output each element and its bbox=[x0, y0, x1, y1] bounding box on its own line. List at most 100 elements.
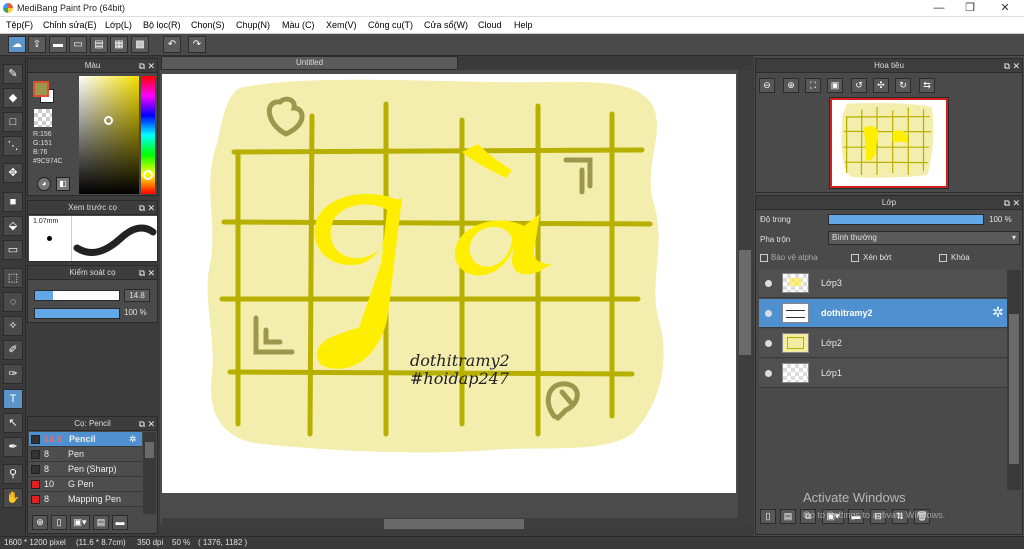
palette-icon[interactable]: ◕ bbox=[37, 177, 51, 191]
rotate-right-icon[interactable]: ↻ bbox=[895, 78, 911, 93]
add-layer-icon[interactable]: ▯ bbox=[760, 509, 776, 524]
undock-icon[interactable]: ⧉ bbox=[139, 202, 145, 215]
layer-item-lop1[interactable]: Lớp1 bbox=[759, 359, 1007, 388]
vertical-scrollbar[interactable] bbox=[738, 70, 752, 524]
comment-icon[interactable]: ▬ bbox=[49, 36, 67, 53]
share-icon[interactable]: ⇪ bbox=[28, 36, 46, 53]
visibility-eye-icon[interactable] bbox=[765, 340, 772, 347]
vertical-scroll-thumb[interactable] bbox=[739, 250, 751, 355]
visibility-eye-icon[interactable] bbox=[765, 370, 772, 377]
navigator-viewport-frame[interactable] bbox=[830, 98, 948, 188]
menu-filter[interactable]: Bộ lọc(R) bbox=[143, 20, 181, 30]
menu-file[interactable]: Tệp(F) bbox=[6, 20, 33, 30]
eyedropper-tool-icon[interactable]: ⚲ bbox=[3, 464, 23, 484]
layer-item-lop3[interactable]: Lớp3 bbox=[759, 269, 1007, 298]
gradient-tool-icon[interactable]: ▭ bbox=[3, 240, 23, 260]
select-eraser-tool-icon[interactable]: ✑ bbox=[3, 364, 23, 384]
menu-snap[interactable]: Chụp(N) bbox=[236, 20, 270, 30]
zoom-in-icon[interactable]: ⊕ bbox=[783, 78, 799, 93]
panels-icon[interactable]: ▩ bbox=[131, 36, 149, 53]
drawing-canvas[interactable]: dothitramy2 #hoidap247 bbox=[162, 74, 736, 493]
brush-menu-icon[interactable]: ▣▾ bbox=[70, 515, 90, 530]
chat-icon[interactable]: ▭ bbox=[69, 36, 87, 53]
menu-color[interactable]: Màu (C) bbox=[282, 20, 315, 30]
undo-icon[interactable]: ↶ bbox=[163, 36, 181, 53]
flip-icon[interactable]: ⇆ bbox=[919, 78, 935, 93]
panel-close-icon[interactable]: ✕ bbox=[147, 202, 155, 215]
menu-view[interactable]: Xem(V) bbox=[326, 20, 357, 30]
grid-icon[interactable]: ▦ bbox=[110, 36, 128, 53]
panel-close-icon[interactable]: ✕ bbox=[1012, 197, 1020, 210]
layer-opacity-slider[interactable] bbox=[828, 214, 984, 225]
document-icon[interactable]: ▤ bbox=[90, 36, 108, 53]
lasso-tool-icon[interactable]: ◌ bbox=[3, 292, 23, 312]
brush-item-pen[interactable]: 8 Pen bbox=[29, 447, 142, 462]
rectangle-tool-icon[interactable]: □ bbox=[3, 112, 23, 132]
picker-cursor[interactable] bbox=[104, 116, 113, 125]
fill-rect-tool-icon[interactable]: ■ bbox=[3, 192, 23, 212]
menu-window[interactable]: Cửa sổ(W) bbox=[424, 20, 468, 30]
bucket-tool-icon[interactable]: ⬙ bbox=[3, 216, 23, 236]
menu-edit[interactable]: Chỉnh sửa(E) bbox=[43, 20, 97, 30]
brush-opacity-slider[interactable] bbox=[34, 308, 120, 319]
pen-tool-icon[interactable]: ✒ bbox=[3, 437, 23, 457]
lock-checkbox[interactable] bbox=[939, 254, 947, 262]
panel-close-icon[interactable]: ✕ bbox=[147, 267, 155, 280]
clipping-checkbox[interactable] bbox=[851, 254, 859, 262]
panel-close-icon[interactable]: ✕ bbox=[147, 60, 155, 73]
select-rect-tool-icon[interactable]: ⬚ bbox=[3, 268, 23, 288]
brush-list-scrollbar[interactable] bbox=[143, 432, 156, 514]
layer-item-lop2[interactable]: Lớp2 bbox=[759, 329, 1007, 358]
undock-icon[interactable]: ⧉ bbox=[139, 267, 145, 280]
undock-icon[interactable]: ⧉ bbox=[1004, 197, 1010, 210]
operation-tool-icon[interactable]: ↖ bbox=[3, 413, 23, 433]
brush-item-g-pen[interactable]: 10 G Pen bbox=[29, 477, 142, 492]
menu-layer[interactable]: Lớp(L) bbox=[105, 20, 132, 30]
panel-close-icon[interactable]: ✕ bbox=[1012, 60, 1020, 73]
brush-size-value[interactable]: 14.8 bbox=[124, 289, 150, 302]
protect-alpha-checkbox[interactable] bbox=[760, 254, 768, 262]
visibility-eye-icon[interactable] bbox=[765, 310, 772, 317]
dot-tool-icon[interactable]: ⋱ bbox=[3, 136, 23, 156]
add-brush-icon[interactable]: ⊕ bbox=[32, 515, 48, 530]
menu-select[interactable]: Chọn(S) bbox=[191, 20, 225, 30]
visibility-eye-icon[interactable] bbox=[765, 280, 772, 287]
menu-cloud[interactable]: Cloud bbox=[478, 20, 502, 30]
actual-size-icon[interactable]: ▣ bbox=[827, 78, 843, 93]
menu-help[interactable]: Help bbox=[514, 20, 533, 30]
foreground-color-swatch[interactable] bbox=[33, 81, 49, 97]
color-history-icon[interactable]: ◧ bbox=[56, 177, 70, 191]
canvas-tab[interactable]: Untitled bbox=[161, 56, 458, 70]
horizontal-scroll-thumb[interactable] bbox=[384, 519, 524, 529]
hue-slider-thumb[interactable] bbox=[143, 170, 153, 180]
layer-item-dothitramy2[interactable]: dothitramy2 ✲ bbox=[759, 299, 1007, 328]
cloud-icon[interactable]: ☁ bbox=[8, 36, 26, 53]
panel-close-icon[interactable]: ✕ bbox=[147, 418, 155, 431]
maximize-button[interactable]: ❐ bbox=[955, 0, 985, 17]
eraser-tool-icon[interactable]: ◆ bbox=[3, 88, 23, 108]
navigator-thumbnail[interactable] bbox=[829, 97, 949, 189]
undock-icon[interactable]: ⧉ bbox=[1004, 60, 1010, 73]
gear-icon[interactable]: ✲ bbox=[992, 304, 1004, 321]
brush-folder-icon[interactable]: ▬ bbox=[112, 515, 128, 530]
transparent-color-swatch[interactable] bbox=[34, 109, 52, 127]
redo-icon[interactable]: ↷ bbox=[188, 36, 206, 53]
close-button[interactable]: ✕ bbox=[990, 0, 1020, 17]
undock-icon[interactable]: ⧉ bbox=[139, 60, 145, 73]
gear-icon[interactable]: ✲ bbox=[129, 432, 137, 446]
magic-wand-tool-icon[interactable]: ✧ bbox=[3, 316, 23, 336]
brush-item-pen-sharp[interactable]: 8 Pen (Sharp) bbox=[29, 462, 142, 477]
reset-rotate-icon[interactable]: ✣ bbox=[873, 78, 889, 93]
undock-icon[interactable]: ⧉ bbox=[139, 418, 145, 431]
add-halftone-layer-icon[interactable]: ▤ bbox=[780, 509, 796, 524]
brush-size-slider[interactable] bbox=[34, 290, 120, 301]
rotate-left-icon[interactable]: ↺ bbox=[851, 78, 867, 93]
horizontal-scrollbar[interactable] bbox=[162, 518, 738, 530]
move-tool-icon[interactable]: ✥ bbox=[3, 163, 23, 183]
text-tool-icon[interactable]: T bbox=[3, 389, 23, 409]
minimize-button[interactable]: — bbox=[924, 0, 954, 17]
brush-tool-icon[interactable]: ✎ bbox=[3, 64, 23, 84]
new-brush-icon[interactable]: ▯ bbox=[51, 515, 67, 530]
menu-tools[interactable]: Công cụ(T) bbox=[368, 20, 413, 30]
hand-tool-icon[interactable]: ✋ bbox=[3, 488, 23, 508]
